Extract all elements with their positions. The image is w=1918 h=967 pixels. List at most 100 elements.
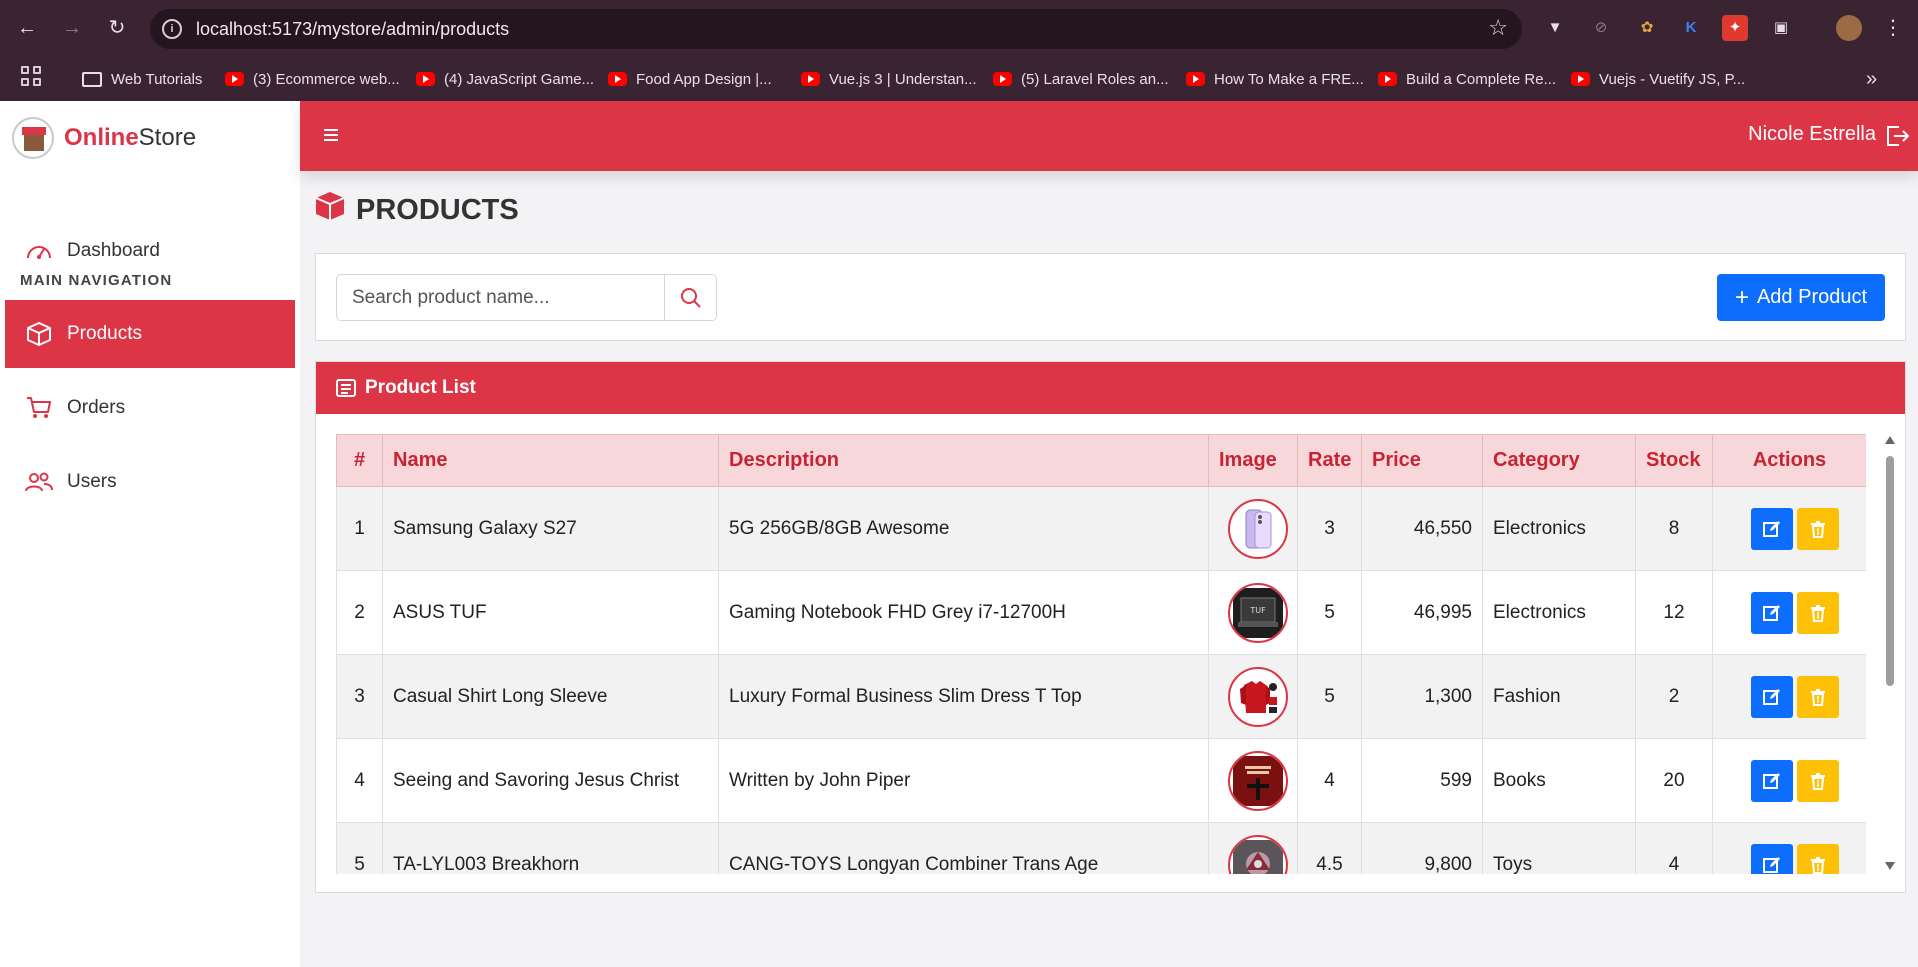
edit-icon bbox=[1762, 688, 1780, 705]
row-number: 3 bbox=[336, 654, 383, 739]
forward-icon[interactable]: → bbox=[57, 13, 87, 43]
edit-button[interactable] bbox=[1750, 843, 1793, 874]
bookmark-item[interactable]: (5) Laravel Roles an... bbox=[993, 66, 1169, 92]
youtube-icon bbox=[1186, 72, 1205, 86]
product-price: 46,550 bbox=[1361, 486, 1483, 571]
profile-avatar[interactable] bbox=[1836, 15, 1862, 41]
product-rate: 4 bbox=[1297, 738, 1362, 823]
scroll-down-arrow-icon[interactable] bbox=[1885, 862, 1895, 870]
nav-section-heading: MAIN NAVIGATION bbox=[20, 272, 173, 289]
bookmark-item[interactable]: Food App Design |... bbox=[608, 66, 772, 92]
youtube-icon bbox=[225, 72, 244, 86]
edit-icon bbox=[1762, 772, 1780, 789]
url-text[interactable]: localhost:5173/mystore/admin/products bbox=[196, 19, 509, 40]
product-table-wrapper[interactable]: # Name Description Image Rate Price Cate… bbox=[336, 434, 1866, 874]
page-title-text: PRODUCTS bbox=[356, 193, 519, 226]
back-icon[interactable]: ← bbox=[12, 13, 42, 43]
add-product-button[interactable]: + Add Product bbox=[1717, 274, 1885, 321]
column-header[interactable]: Description bbox=[718, 434, 1209, 487]
edit-button[interactable] bbox=[1750, 759, 1793, 802]
column-header[interactable]: Actions bbox=[1712, 434, 1866, 487]
vue-devtools-icon[interactable]: ▼ bbox=[1542, 15, 1568, 41]
bookmark-item[interactable]: Web Tutorials bbox=[82, 66, 202, 92]
bookmark-item[interactable]: Vuejs - Vuetify JS, P... bbox=[1571, 66, 1745, 92]
address-bar[interactable]: i localhost:5173/mystore/admin/products … bbox=[150, 9, 1522, 49]
hamburger-menu-icon[interactable] bbox=[324, 129, 338, 141]
bookmark-label: Web Tutorials bbox=[111, 70, 203, 88]
column-header[interactable]: Rate bbox=[1297, 434, 1362, 487]
laptop-thumbnail[interactable]: TUF bbox=[1228, 582, 1288, 643]
edit-button[interactable] bbox=[1750, 675, 1793, 718]
shirt-thumbnail[interactable] bbox=[1228, 666, 1288, 727]
blocked-extension-icon[interactable]: ⊘ bbox=[1588, 15, 1614, 41]
product-category: Books bbox=[1482, 738, 1636, 823]
phone-thumbnail[interactable] bbox=[1228, 498, 1288, 559]
edit-button[interactable] bbox=[1750, 507, 1793, 550]
toy-thumbnail[interactable] bbox=[1228, 834, 1288, 874]
brand[interactable]: OnlineStore bbox=[12, 117, 196, 159]
delete-button[interactable] bbox=[1796, 675, 1839, 718]
column-header[interactable]: Stock bbox=[1635, 434, 1713, 487]
sidebar-item-label: Products bbox=[67, 323, 142, 344]
users-icon bbox=[25, 468, 53, 496]
folder-icon bbox=[82, 71, 102, 87]
row-actions bbox=[1712, 486, 1866, 571]
table-row: 4 Seeing and Savoring Jesus Christ Writt… bbox=[336, 738, 1866, 823]
scroll-up-arrow-icon[interactable] bbox=[1885, 436, 1895, 444]
delete-button[interactable] bbox=[1796, 759, 1839, 802]
user-name[interactable]: Nicole Estrella bbox=[1748, 123, 1876, 146]
sidebar-item-users[interactable]: Users bbox=[5, 448, 295, 516]
bookmark-item[interactable]: Vue.js 3 | Understan... bbox=[801, 66, 977, 92]
column-header[interactable]: Category bbox=[1482, 434, 1636, 487]
bookmark-label: (5) Laravel Roles an... bbox=[1021, 70, 1169, 88]
bookmark-item[interactable]: (3) Ecommerce web... bbox=[225, 66, 400, 92]
product-image-cell: TUF bbox=[1208, 570, 1298, 655]
page-title: PRODUCTS bbox=[314, 190, 519, 230]
toolbar-card: + Add Product bbox=[315, 253, 1906, 341]
sidebar-item-products[interactable]: Products bbox=[5, 300, 295, 368]
table-row: 5 TA-LYL003 Breakhorn CANG-TOYS Longyan … bbox=[336, 822, 1866, 874]
column-header[interactable]: Price bbox=[1361, 434, 1483, 487]
extensions-puzzle-icon[interactable]: ▣ bbox=[1768, 15, 1794, 41]
search-input[interactable] bbox=[337, 275, 665, 320]
book-thumbnail[interactable] bbox=[1228, 750, 1288, 811]
extension-red-icon[interactable]: ✦ bbox=[1722, 15, 1748, 41]
sidebar-item-label: Users bbox=[67, 471, 117, 492]
product-image-cell bbox=[1208, 654, 1298, 739]
table-scrollbar[interactable] bbox=[1883, 434, 1897, 874]
bookmark-item[interactable]: Build a Complete Re... bbox=[1378, 66, 1556, 92]
product-price: 1,300 bbox=[1361, 654, 1483, 739]
logout-icon[interactable] bbox=[1884, 123, 1910, 149]
product-name: TA-LYL003 Breakhorn bbox=[382, 822, 719, 874]
product-rate: 4.5 bbox=[1297, 822, 1362, 874]
delete-button[interactable] bbox=[1796, 507, 1839, 550]
reload-icon[interactable]: ↻ bbox=[102, 13, 132, 43]
bookmark-label: Vue.js 3 | Understan... bbox=[829, 70, 977, 88]
bookmark-item[interactable]: (4) JavaScript Game... bbox=[416, 66, 594, 92]
product-list-card: Product List # Name Description Image Ra… bbox=[315, 361, 1906, 893]
bookmark-item[interactable]: How To Make a FRE... bbox=[1186, 66, 1364, 92]
product-stock: 20 bbox=[1635, 738, 1713, 823]
table-row: 2 ASUS TUF Gaming Notebook FHD Grey i7-1… bbox=[336, 570, 1866, 655]
scroll-thumb[interactable] bbox=[1886, 456, 1894, 686]
extension-k-icon[interactable]: K bbox=[1678, 15, 1704, 41]
delete-button[interactable] bbox=[1796, 843, 1839, 874]
column-header[interactable]: # bbox=[336, 434, 383, 487]
search-button[interactable] bbox=[664, 275, 716, 320]
more-bookmarks-icon[interactable]: » bbox=[1866, 66, 1877, 92]
plus-icon: + bbox=[1734, 283, 1749, 311]
extension-reel-icon[interactable]: ✿ bbox=[1634, 15, 1660, 41]
product-rate: 5 bbox=[1297, 654, 1362, 739]
site-info-icon[interactable]: i bbox=[162, 19, 182, 39]
sidebar-item-orders[interactable]: Orders bbox=[5, 374, 295, 442]
browser-menu-icon[interactable]: ⋮ bbox=[1880, 15, 1906, 41]
product-image-cell bbox=[1208, 486, 1298, 571]
product-price: 46,995 bbox=[1361, 570, 1483, 655]
column-header[interactable]: Name bbox=[382, 434, 719, 487]
bookmark-star-icon[interactable]: ☆ bbox=[1488, 15, 1508, 41]
column-header[interactable]: Image bbox=[1208, 434, 1298, 487]
delete-button[interactable] bbox=[1796, 591, 1839, 634]
product-rate: 3 bbox=[1297, 486, 1362, 571]
table-header-row: # Name Description Image Rate Price Cate… bbox=[336, 434, 1866, 487]
edit-button[interactable] bbox=[1750, 591, 1793, 634]
